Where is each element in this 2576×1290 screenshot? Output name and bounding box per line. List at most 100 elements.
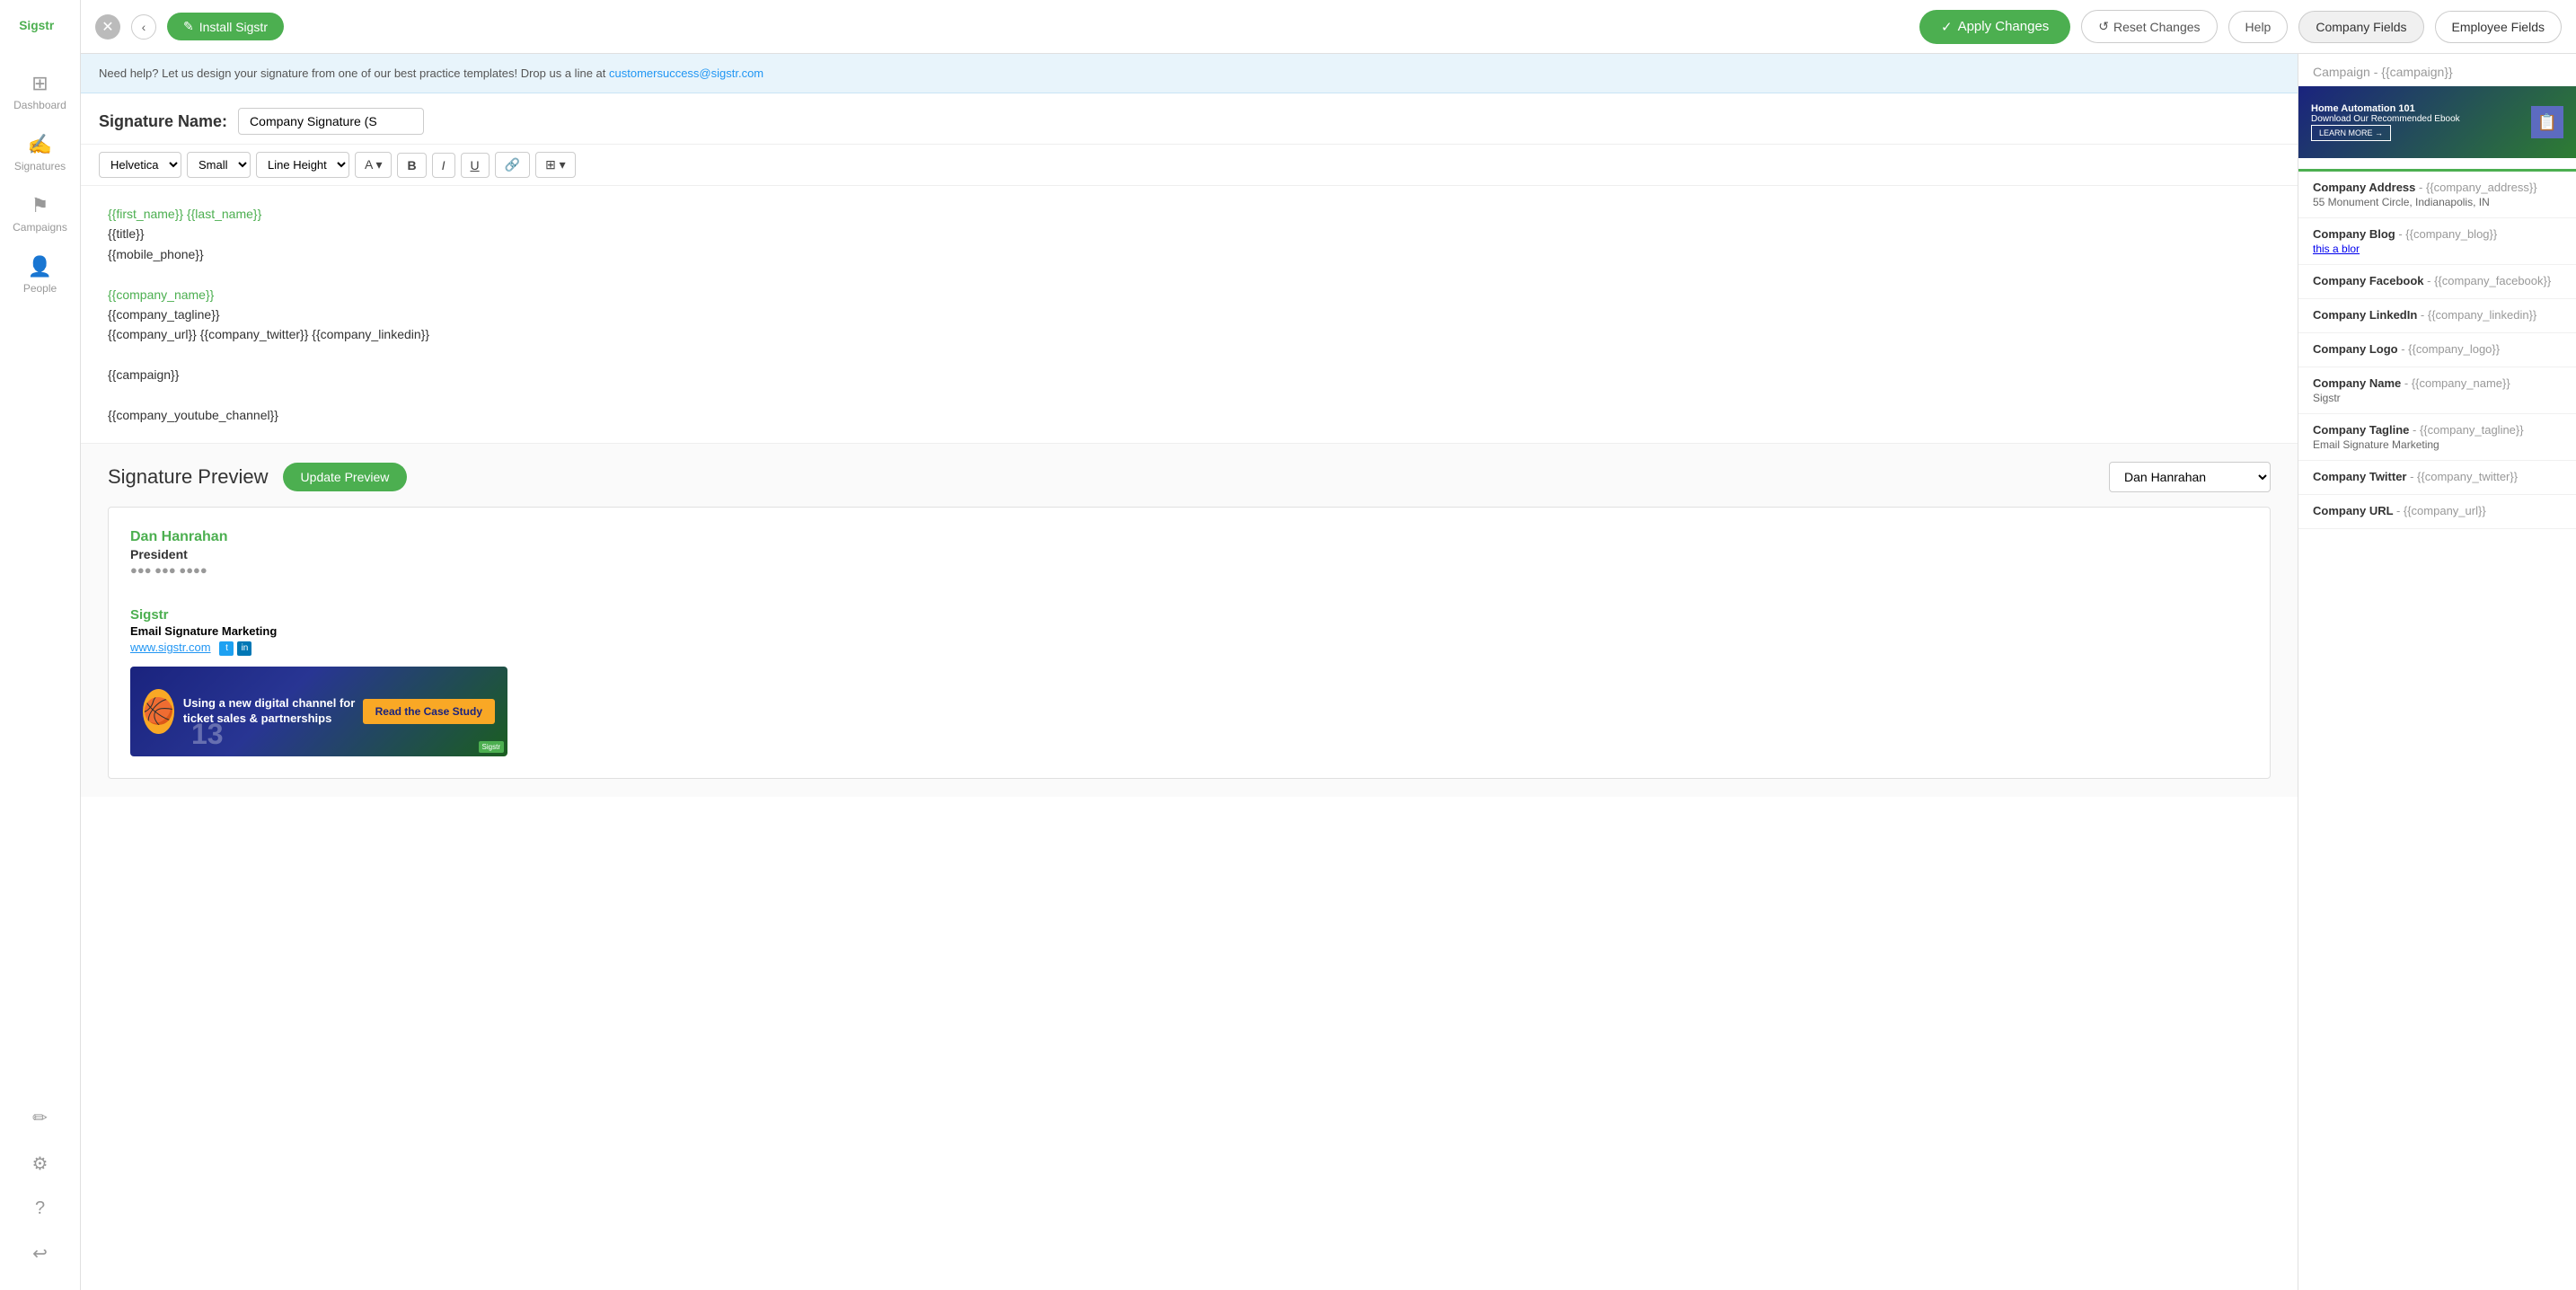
settings-icon[interactable]: ⚙ [25, 1145, 56, 1182]
apply-icon: ✓ [1941, 19, 1953, 35]
campaign-image-icon: 📋 [2531, 106, 2563, 138]
sidebar-item-label: Signatures [14, 160, 66, 172]
editor-line-11: {{company_youtube_channel}} [108, 405, 2271, 425]
campaign-placeholder: - {{campaign}} [2374, 65, 2453, 79]
preview-person-select[interactable]: Dan Hanrahan [2109, 462, 2271, 492]
signatures-icon: ✍ [28, 133, 52, 156]
editor-line-10 [108, 385, 2271, 405]
svg-text:Sigstr: Sigstr [19, 19, 55, 32]
table-button[interactable]: ⊞ ▾ [535, 152, 576, 178]
help-icon[interactable]: ? [28, 1191, 52, 1226]
close-button[interactable]: ✕ [95, 14, 120, 40]
editor-line-6: {{company_tagline}} [108, 305, 2271, 324]
field-item-1[interactable]: Company Blog - {{company_blog}} this a b… [2298, 218, 2576, 265]
font-size-select[interactable]: Small [187, 152, 251, 178]
company-fields-button[interactable]: Company Fields [2298, 11, 2423, 43]
dashboard-icon: ⊞ [31, 72, 48, 95]
italic-button[interactable]: I [432, 153, 455, 178]
field-item-8[interactable]: Company URL - {{company_url}} [2298, 495, 2576, 529]
editor-line-8 [108, 345, 2271, 365]
font-color-button[interactable]: A ▾ [355, 152, 392, 178]
help-banner: Need help? Let us design your signature … [81, 54, 2298, 93]
field-title-7: Company Twitter - {{company_twitter}} [2313, 470, 2562, 483]
font-family-select[interactable]: Helvetica [99, 152, 181, 178]
preview-person-name: Dan Hanrahan [130, 529, 2248, 545]
sidebar-item-label: Campaigns [13, 221, 67, 234]
preview-social: t in [219, 641, 251, 656]
topbar: ✕ ‹ ✎ Install Sigstr ✓ Apply Changes ↺ R… [81, 0, 2576, 54]
signature-preview-section: Signature Preview Update Preview Dan Han… [81, 444, 2298, 796]
signature-preview-header: Signature Preview Update Preview Dan Han… [108, 462, 2271, 492]
field-list: Company Address - {{company_address}} 55… [2298, 172, 2576, 529]
linkedin-social-icon: in [237, 641, 251, 656]
line-height-select[interactable]: Line Height [256, 152, 349, 178]
field-item-3[interactable]: Company LinkedIn - {{company_linkedin}} [2298, 299, 2576, 333]
editor-line-2: {{title}} [108, 224, 2271, 243]
preview-url[interactable]: www.sigstr.com [130, 641, 211, 654]
edit-icon[interactable]: ✏ [25, 1100, 55, 1136]
people-icon: 👤 [28, 255, 52, 278]
logout-icon[interactable]: ↩ [25, 1235, 55, 1272]
field-title-0: Company Address - {{company_address}} [2313, 181, 2562, 194]
editor-line-7: {{company_url}} {{company_twitter}} {{co… [108, 324, 2271, 344]
preview-person-title: President [130, 547, 2248, 561]
help-button[interactable]: Help [2228, 11, 2289, 43]
reset-icon: ↺ [2098, 19, 2109, 34]
signature-name-input[interactable] [238, 108, 424, 135]
back-button[interactable]: ‹ [131, 14, 156, 40]
banner-number: 13 [191, 718, 224, 751]
install-icon: ✎ [183, 19, 194, 34]
signature-name-label: Signature Name: [99, 112, 227, 131]
field-item-4[interactable]: Company Logo - {{company_logo}} [2298, 333, 2576, 367]
field-item-7[interactable]: Company Twitter - {{company_twitter}} [2298, 461, 2576, 495]
editor-line-4 [108, 264, 2271, 284]
apply-changes-button[interactable]: ✓ Apply Changes [1919, 10, 2070, 44]
field-title-4: Company Logo - {{company_logo}} [2313, 342, 2562, 356]
field-item-0[interactable]: Company Address - {{company_address}} 55… [2298, 172, 2576, 218]
sidebar-item-campaigns[interactable]: ⚑ Campaigns [0, 183, 80, 244]
link-button[interactable]: 🔗 [495, 152, 530, 178]
campaigns-icon: ⚑ [31, 194, 49, 217]
campaign-preview-image: Home Automation 101 Download Our Recomme… [2298, 86, 2576, 158]
sidebar-item-label: People [23, 282, 57, 295]
main-area: ✕ ‹ ✎ Install Sigstr ✓ Apply Changes ↺ R… [81, 0, 2576, 1290]
field-item-6[interactable]: Company Tagline - {{company_tagline}} Em… [2298, 414, 2576, 461]
banner-cta-button[interactable]: Read the Case Study [363, 699, 495, 724]
reset-changes-button[interactable]: ↺ Reset Changes [2081, 10, 2217, 43]
employee-fields-button[interactable]: Employee Fields [2435, 11, 2563, 43]
camp-img-content: Home Automation 101 Download Our Recomme… [2311, 103, 2460, 141]
campaign-banner[interactable]: 🏀 Using a new digital channel for ticket… [130, 667, 507, 756]
editor-body[interactable]: {{first_name}} {{last_name}} {{title}} {… [81, 186, 2298, 444]
banner-left: 🏀 Using a new digital channel for ticket… [143, 689, 363, 734]
install-button[interactable]: ✎ Install Sigstr [167, 13, 284, 40]
editor-line-9: {{campaign}} [108, 365, 2271, 384]
editor-area: Need help? Let us design your signature … [81, 54, 2298, 1290]
editor-line-5: {{company_name}} [108, 285, 2271, 305]
field-item-5[interactable]: Company Name - {{company_name}} Sigstr [2298, 367, 2576, 414]
field-value-6: Email Signature Marketing [2313, 438, 2562, 451]
campaign-subtitle: Download Our Recommended Ebook [2311, 114, 2460, 124]
field-title-8: Company URL - {{company_url}} [2313, 504, 2562, 517]
field-value-5: Sigstr [2313, 392, 2562, 404]
content-area: Need help? Let us design your signature … [81, 54, 2576, 1290]
sigstr-badge: Sigstr [479, 741, 504, 753]
field-value-0: 55 Monument Circle, Indianapolis, IN [2313, 196, 2562, 208]
sidebar-item-label: Dashboard [13, 99, 66, 111]
bold-button[interactable]: B [397, 153, 426, 178]
field-item-2[interactable]: Company Facebook - {{company_facebook}} [2298, 265, 2576, 299]
campaign-learn-more-button[interactable]: LEARN MORE → [2311, 125, 2391, 141]
signature-preview-title: Signature Preview [108, 465, 269, 489]
sidebar: Sigstr ⊞ Dashboard ✍ Signatures ⚑ Campai… [0, 0, 81, 1290]
sidebar-item-signatures[interactable]: ✍ Signatures [0, 122, 80, 183]
field-title-3: Company LinkedIn - {{company_linkedin}} [2313, 308, 2562, 322]
campaign-title: Home Automation 101 [2311, 103, 2460, 114]
editor-line-1: {{first_name}} {{last_name}} [108, 204, 2271, 224]
field-title-1: Company Blog - {{company_blog}} [2313, 227, 2562, 241]
sidebar-item-dashboard[interactable]: ⊞ Dashboard [0, 61, 80, 122]
support-email-link[interactable]: customersuccess@sigstr.com [609, 66, 763, 80]
right-panel: Campaign - {{campaign}} Home Automation … [2298, 54, 2576, 1290]
sidebar-item-people[interactable]: 👤 People [0, 244, 80, 305]
campaign-card: Campaign - {{campaign}} Home Automation … [2298, 54, 2576, 172]
underline-button[interactable]: U [461, 153, 490, 178]
update-preview-button[interactable]: Update Preview [283, 463, 408, 491]
